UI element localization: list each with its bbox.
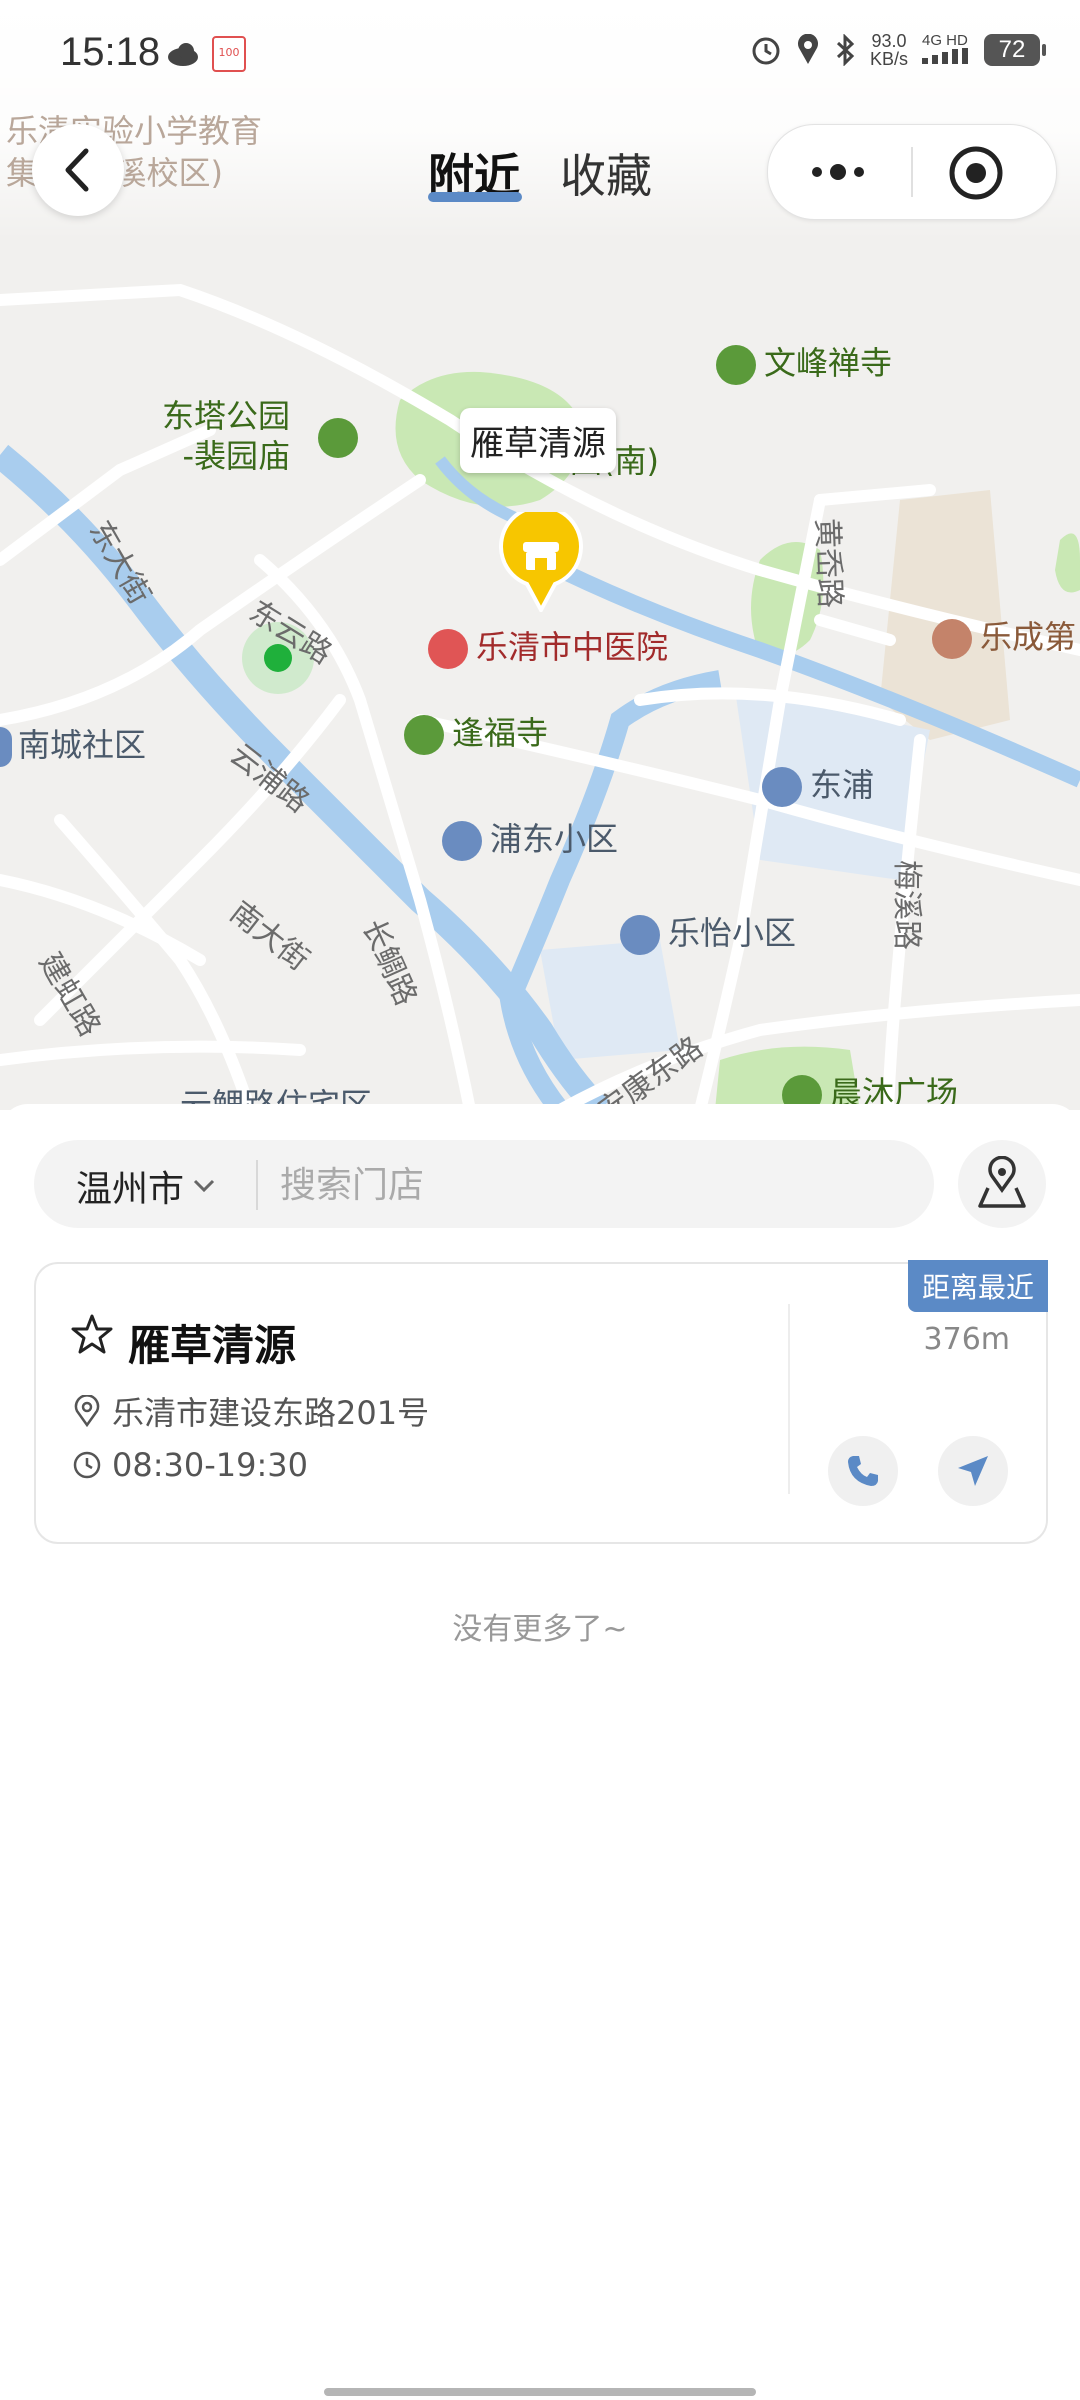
temple-icon: [716, 345, 756, 385]
top-nav: 附近 收藏: [0, 120, 1080, 230]
location-icon: [797, 34, 818, 64]
navigate-button[interactable]: [938, 1436, 1008, 1506]
more-dot-icon: [854, 167, 864, 177]
target-close-icon: [949, 146, 1003, 200]
residence-icon: [620, 915, 660, 955]
landmark-icon: [932, 619, 972, 659]
street-label: 黄岙路: [809, 517, 848, 609]
map-pin-icon: [978, 1156, 1026, 1208]
signal-icon: [922, 48, 968, 64]
status-right: 93.0 KB/s 4G HD 72: [750, 31, 1046, 69]
street-label: 梅溪路: [889, 860, 924, 950]
clock-icon: [73, 1451, 101, 1479]
more-dot-icon: [830, 164, 846, 180]
back-button[interactable]: [32, 124, 124, 216]
temple-icon: [404, 715, 444, 755]
residence-icon: [0, 727, 12, 767]
poi-nancheng[interactable]: 南城社区: [0, 720, 146, 767]
poi-wenfeng[interactable]: 文峰禅寺: [716, 338, 892, 385]
map-location-button[interactable]: [958, 1140, 1046, 1228]
status-left-icons: 100: [166, 36, 246, 72]
bluetooth-icon: [836, 34, 855, 66]
status-bar: 15:18 100 93.0 KB/s 4G HD 72: [0, 0, 1080, 112]
poi-fengfu[interactable]: 逢福寺: [404, 708, 548, 755]
residence-icon: [762, 767, 802, 807]
hospital-icon: [428, 629, 468, 669]
location-pin-icon: [74, 1395, 100, 1427]
store-pin-callout[interactable]: 雁草清源: [460, 408, 616, 473]
phone-icon: [848, 1456, 878, 1486]
store-distance: 376m: [923, 1322, 1010, 1357]
store-address: 乐清市建设东路201号: [72, 1388, 429, 1434]
alarm-icon: [752, 37, 780, 65]
cloud-icon: [168, 43, 198, 66]
capsule-divider: [911, 147, 913, 197]
home-indicator[interactable]: [324, 2388, 756, 2396]
search-divider: [256, 1160, 258, 1210]
poi-lecheng[interactable]: 乐成第: [932, 612, 1076, 659]
chevron-down-icon: [193, 1179, 215, 1193]
poi-dongta[interactable]: 东塔公园 -裴园庙: [162, 396, 290, 476]
store-hours: 08:30-19:30: [72, 1446, 308, 1484]
chevron-left-icon: [65, 148, 89, 192]
favorite-button[interactable]: [70, 1312, 114, 1360]
navigation-arrow-icon: [958, 1456, 988, 1486]
star-icon: [71, 1314, 113, 1354]
residence-icon: [442, 821, 482, 861]
more-dot-icon: [812, 167, 822, 177]
close-miniapp-button[interactable]: [948, 145, 1004, 201]
search-bar: 温州市: [34, 1140, 934, 1228]
network-indicator: 4G HD: [922, 33, 970, 67]
tab-favorites[interactable]: 收藏: [560, 140, 652, 206]
call-button[interactable]: [828, 1436, 898, 1506]
poi-leyi[interactable]: 乐怡小区: [620, 908, 796, 955]
more-button[interactable]: [798, 147, 878, 197]
store-name: 雁草清源: [128, 1321, 297, 1370]
battery-icon: 72: [984, 34, 1046, 66]
calendar-icon: 100: [212, 36, 246, 72]
nearest-badge: 距离最近: [907, 1260, 1048, 1312]
poi-hospital[interactable]: 乐清市中医院: [428, 622, 668, 669]
store-pin-icon: [499, 512, 583, 612]
network-speed: 93.0 KB/s: [869, 31, 908, 69]
card-divider: [788, 1304, 790, 1494]
city-selector[interactable]: 温州市: [76, 1160, 216, 1212]
active-tab-indicator: [428, 192, 522, 202]
status-time: 15:18: [60, 30, 161, 74]
temple-icon: [318, 418, 358, 458]
store-card[interactable]: 距离最近 雁草清源 乐清市建设东路201号 08:30-19:30 376m: [34, 1260, 1048, 1544]
poi-pudong[interactable]: 浦东小区: [442, 814, 618, 861]
miniapp-capsule: [767, 124, 1057, 220]
list-end-text: 没有更多了~: [452, 1612, 628, 1647]
store-search-input[interactable]: [278, 1154, 882, 1216]
poi-dongpu[interactable]: 东浦: [762, 760, 874, 807]
store-list-panel: 温州市 距离最近 雁草清源 乐清市建设东路201号 08:30-19:30 37…: [0, 1104, 1080, 2400]
